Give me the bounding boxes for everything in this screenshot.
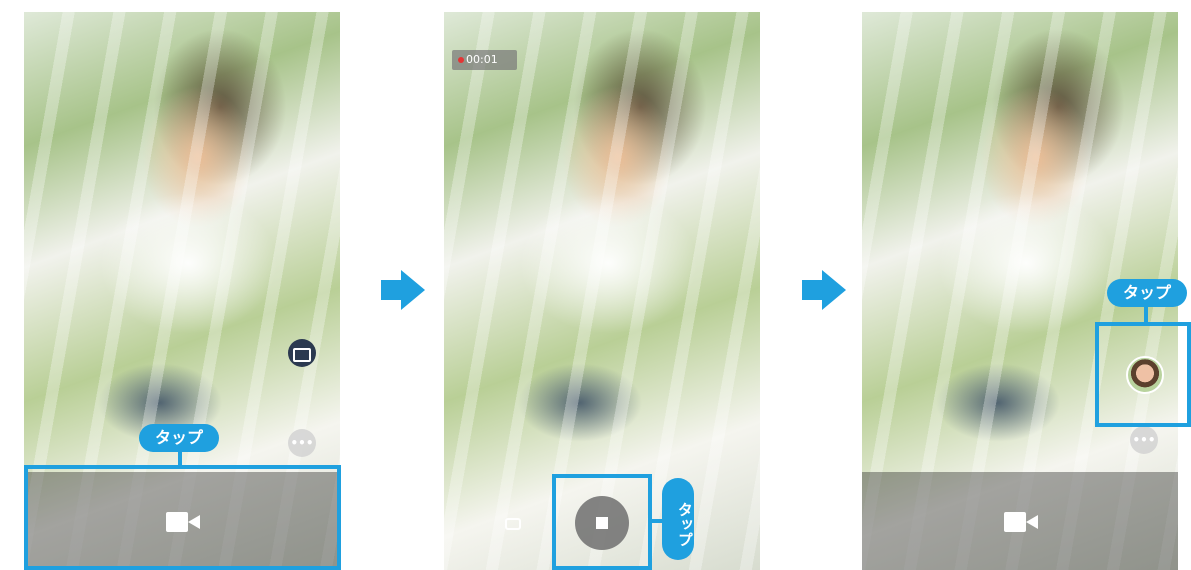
- more-icon[interactable]: •••: [288, 429, 316, 457]
- camera-icon[interactable]: [505, 518, 521, 530]
- highlight-stop-button: [552, 474, 652, 570]
- tap-connector: [1144, 306, 1148, 324]
- recording-timer-text: 00:01: [466, 53, 498, 66]
- gallery-icon[interactable]: [288, 339, 316, 367]
- highlight-thumbnail: [1095, 322, 1191, 427]
- tap-label-3: タップ: [1107, 279, 1187, 307]
- recording-timer: 00:01: [452, 50, 517, 70]
- arrow-right-icon: [802, 270, 848, 310]
- tap-label-2: タップ: [662, 478, 694, 560]
- more-icon[interactable]: •••: [1130, 426, 1158, 454]
- video-camera-icon[interactable]: [1004, 512, 1038, 532]
- record-dot-icon: [458, 57, 464, 63]
- highlight-record-button: [24, 465, 341, 570]
- arrow-right-icon: [381, 270, 427, 310]
- tap-label-1: タップ: [139, 424, 219, 452]
- tap-connector: [178, 451, 182, 467]
